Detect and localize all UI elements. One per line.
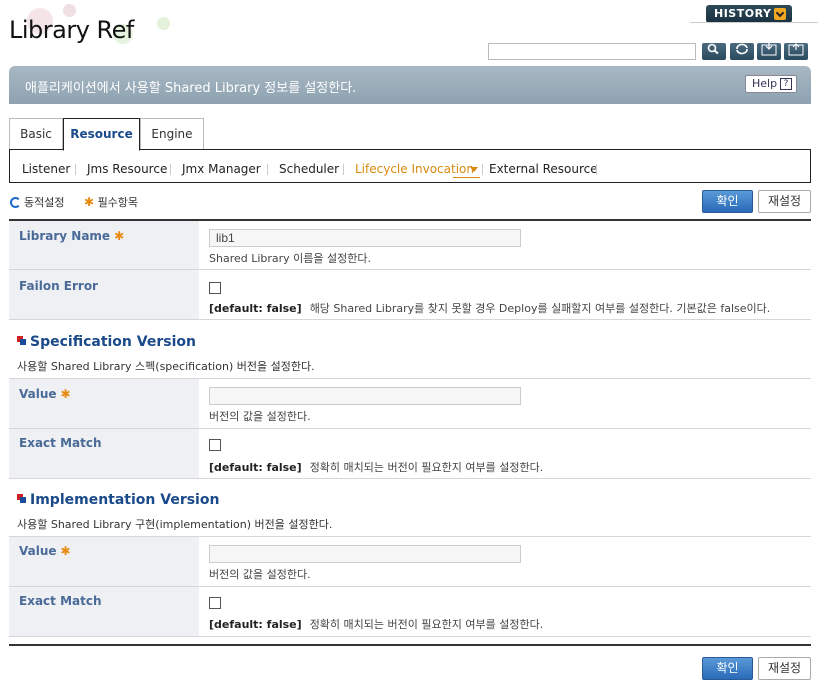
decor-circle (157, 17, 170, 30)
asterisk-icon: ✱ (60, 544, 71, 558)
tab-resource[interactable]: Resource (63, 118, 140, 151)
library-name-input[interactable] (209, 229, 521, 247)
legend-required: ✱ 필수항목 (84, 194, 138, 210)
section-desc-implementation: 사용할 Shared Library 구현(implementation) 버전… (17, 518, 333, 531)
divider (9, 478, 811, 479)
xml-export-button[interactable] (784, 43, 808, 60)
spec-exact-match-desc: [default: false] 정확히 매치되는 버전이 필요한지 여부를 설정… (209, 461, 544, 474)
legend-dynamic-label: 동적설정 (24, 196, 65, 209)
tab-basic[interactable]: Basic (9, 118, 63, 150)
help-button[interactable]: Help ? (745, 75, 797, 93)
xml-export-icon (788, 43, 804, 56)
chevron-down-icon (774, 8, 786, 20)
reset-button-bottom[interactable]: 재설정 (758, 657, 811, 680)
section-icon (17, 494, 26, 503)
tab-label: Basic (20, 127, 52, 141)
spec-exact-match-label: Exact Match (19, 436, 102, 450)
tab-label: Engine (151, 127, 193, 141)
legend-dynamic: 동적설정 (10, 194, 64, 210)
search-icon (707, 43, 719, 55)
confirm-button[interactable]: 확인 (702, 190, 753, 213)
resource-subnav: Listener Jms Resource Jmx Manager Schedu… (9, 149, 811, 183)
divider (596, 164, 597, 175)
xml-import-button[interactable] (757, 43, 781, 60)
spec-exact-match-checkbox[interactable] (209, 439, 221, 451)
spec-value-input[interactable] (209, 387, 521, 405)
divider (170, 164, 171, 175)
description-banner: 애플리케이션에서 사용할 Shared Library 정보를 설정한다. He… (9, 66, 811, 104)
banner-text: 애플리케이션에서 사용할 Shared Library 정보를 설정한다. (25, 81, 357, 96)
failon-error-desc: [default: false] 해당 Shared Library를 찾지 못할… (209, 302, 771, 315)
section-title-specification: Specification Version (17, 334, 196, 350)
impl-value-input[interactable] (209, 545, 521, 563)
subnav-jmx-manager[interactable]: Jmx Manager (182, 162, 261, 176)
asterisk-icon: ✱ (60, 387, 71, 401)
impl-exact-match-label: Exact Match (19, 594, 102, 608)
impl-exact-match-checkbox[interactable] (209, 597, 221, 609)
page-title: Library Ref (9, 16, 134, 44)
history-label: HISTORY (714, 7, 772, 20)
label-cell (9, 270, 199, 319)
failon-error-checkbox[interactable] (209, 282, 221, 294)
search-button[interactable] (702, 43, 726, 60)
subnav-jms-resource[interactable]: Jms Resource (87, 162, 167, 176)
divider (267, 164, 268, 175)
library-name-label: Library Name ✱ (19, 229, 125, 243)
xml-import-icon (761, 43, 777, 56)
chevron-down-icon (470, 167, 478, 172)
subnav-listener[interactable]: Listener (22, 162, 70, 176)
refresh-icon (10, 197, 21, 208)
refresh-button[interactable] (730, 43, 754, 60)
subnav-external-resource[interactable]: External Resource (489, 162, 598, 176)
spec-value-label: Value ✱ (19, 387, 71, 401)
section-title-implementation: Implementation Version (17, 492, 219, 508)
subnav-scheduler[interactable]: Scheduler (279, 162, 339, 176)
help-label: Help (752, 77, 778, 90)
subnav-lifecycle-invocation[interactable]: Lifecycle Invocation (355, 162, 474, 176)
active-underline (453, 177, 480, 178)
library-name-desc: Shared Library 이름을 설정한다. (209, 252, 372, 265)
section-icon (17, 336, 26, 345)
divider (343, 164, 344, 175)
asterisk-icon: ✱ (84, 195, 95, 209)
tab-engine[interactable]: Engine (140, 118, 204, 150)
failon-error-label: Failon Error (19, 279, 98, 293)
history-button[interactable]: HISTORY (706, 5, 792, 23)
refresh-icon (736, 43, 748, 55)
question-icon: ? (780, 78, 792, 90)
divider (75, 164, 76, 175)
divider (9, 319, 811, 320)
asterisk-icon: ✱ (114, 229, 125, 243)
legend-required-label: 필수항목 (97, 196, 139, 209)
tab-label: Resource (70, 127, 133, 141)
divider (690, 22, 818, 23)
impl-exact-match-desc: [default: false] 정확히 매치되는 버전이 필요한지 여부를 설정… (209, 618, 544, 631)
divider (482, 164, 483, 175)
divider (9, 644, 811, 646)
confirm-button-bottom[interactable]: 확인 (702, 657, 753, 680)
impl-value-label: Value ✱ (19, 544, 71, 558)
section-desc-specification: 사용할 Shared Library 스펙(specification) 버전을… (17, 360, 315, 373)
spec-value-desc: 버전의 값을 설정한다. (209, 410, 311, 423)
divider (9, 636, 811, 637)
impl-value-desc: 버전의 값을 설정한다. (209, 568, 311, 581)
reset-button[interactable]: 재설정 (758, 190, 811, 213)
search-input[interactable] (488, 43, 696, 60)
